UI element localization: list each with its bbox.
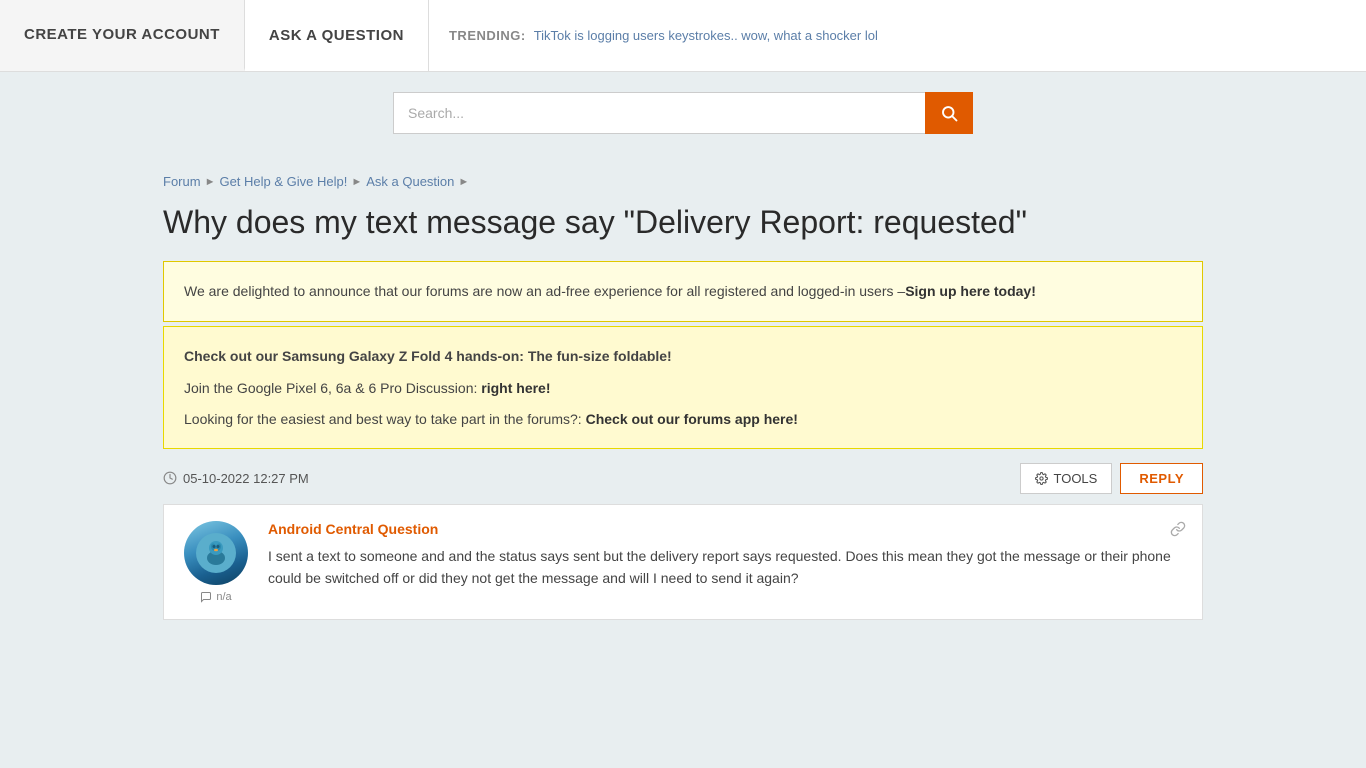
post-date: 05-10-2022 12:27 PM [163,471,309,486]
breadcrumb-forum[interactable]: Forum [163,174,201,189]
app-text-before: Looking for the easiest and best way to … [184,411,586,427]
breadcrumb-arrow-3: ► [458,176,469,188]
create-account-button[interactable]: CREATE YOUR ACCOUNT [0,0,245,71]
post-meta-bar: 05-10-2022 12:27 PM TOOLS REPLY [163,449,1203,504]
ask-question-button[interactable]: ASK A QUESTION [245,0,429,71]
breadcrumb-arrow-2: ► [351,176,362,188]
pixel-text-before: Join the Google Pixel 6, 6a & 6 Pro Disc… [184,380,481,396]
pixel-link[interactable]: right here! [481,380,550,396]
breadcrumb: Forum ► Get Help & Give Help! ► Ask a Qu… [163,158,1203,203]
promo-notice: Check out our Samsung Galaxy Z Fold 4 ha… [163,326,1203,449]
app-link[interactable]: Check out our forums app here! [586,411,798,427]
create-account-label: CREATE YOUR ACCOUNT [24,26,220,43]
reply-button[interactable]: REPLY [1120,463,1203,494]
trending-link[interactable]: TikTok is logging users keystrokes.. wow… [534,28,878,43]
search-icon [940,104,958,122]
top-navigation: CREATE YOUR ACCOUNT ASK A QUESTION TREND… [0,0,1366,72]
avatar-bird-icon [196,533,236,573]
samsung-headline: Check out our Samsung Galaxy Z Fold 4 ha… [184,348,672,364]
sign-up-link[interactable]: Sign up here today! [905,283,1036,299]
search-button[interactable] [925,92,973,134]
post-avatar-section: n/a [180,521,252,603]
reply-label: REPLY [1139,471,1184,486]
avatar [184,521,248,585]
post-author[interactable]: Android Central Question [268,521,1186,537]
clock-icon [163,471,177,485]
comment-icon [200,591,212,603]
post-date-text: 05-10-2022 12:27 PM [183,471,309,486]
page-title: Why does my text message say "Delivery R… [163,203,1203,241]
post-actions: TOOLS REPLY [1020,463,1204,494]
tools-label: TOOLS [1054,471,1098,486]
breadcrumb-arrow-1: ► [205,176,216,188]
ad-free-text-before: We are delighted to announce that our fo… [184,283,905,299]
trending-label: TRENDING: [449,28,526,43]
ask-question-label: ASK A QUESTION [269,27,404,44]
main-content: Forum ► Get Help & Give Help! ► Ask a Qu… [143,158,1223,640]
post-item: n/a Android Central Question I sent a te… [163,504,1203,620]
tools-button[interactable]: TOOLS [1020,463,1113,494]
link-icon [1170,521,1186,537]
breadcrumb-ask-question[interactable]: Ask a Question [366,174,454,189]
post-link-icon[interactable] [1170,521,1186,540]
post-body-wrapper: Android Central Question I sent a text t… [268,521,1186,590]
avatar-meta: n/a [200,591,231,603]
search-container [0,72,1366,158]
search-input[interactable] [393,92,925,134]
breadcrumb-get-help[interactable]: Get Help & Give Help! [219,174,347,189]
ad-free-notice: We are delighted to announce that our fo… [163,261,1203,321]
post-text: I sent a text to someone and and the sta… [268,545,1186,590]
gear-icon [1035,472,1048,485]
search-wrapper [393,92,973,134]
post-body: Android Central Question I sent a text t… [268,521,1186,603]
trending-section: TRENDING: TikTok is logging users keystr… [429,0,1366,71]
comment-count: n/a [216,591,231,603]
